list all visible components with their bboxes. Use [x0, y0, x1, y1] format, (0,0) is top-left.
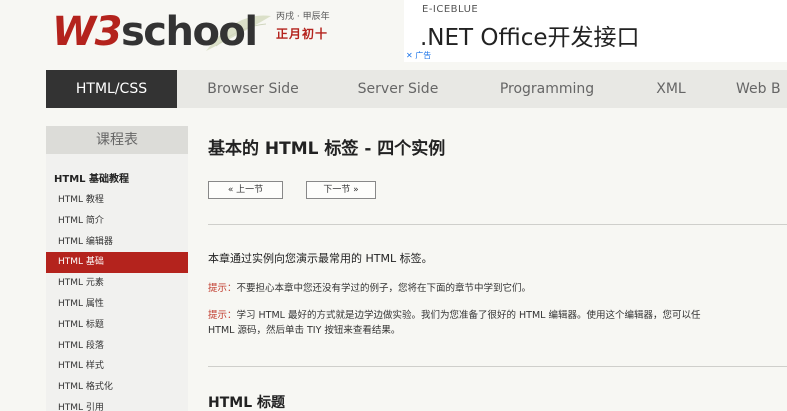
- tip-2-text: 学习 HTML 最好的方式就是边学边做实验。我们为您准备了很好的 HTML 编辑…: [236, 310, 701, 321]
- nav-item-html-css[interactable]: HTML/CSS: [46, 70, 177, 108]
- divider: [208, 366, 787, 367]
- main-nav: HTML/CSS Browser Side Server Side Progra…: [46, 70, 787, 108]
- sidebar-item-editor[interactable]: HTML 编辑器: [46, 232, 188, 253]
- course-sidebar: 课程表 HTML 基础教程 HTML 教程 HTML 简介 HTML 编辑器 H…: [46, 126, 188, 411]
- sidebar-item-intro[interactable]: HTML 简介: [46, 211, 188, 232]
- sidebar-section-title: HTML 基础教程: [54, 174, 129, 185]
- ad-brand: E-ICEBLUE: [422, 4, 479, 15]
- nav-item-server-side[interactable]: Server Side: [334, 70, 462, 108]
- nav-item-web[interactable]: Web B: [736, 70, 787, 108]
- sidebar-item-tutorial[interactable]: HTML 教程: [46, 190, 188, 211]
- nav-item-browser-side[interactable]: Browser Side: [187, 70, 319, 108]
- sidebar-item-basics[interactable]: HTML 基础: [46, 252, 188, 274]
- main-content: 基本的 HTML 标签 - 四个实例 « 上一节 下一节 » 本章通过实例向您演…: [208, 126, 787, 411]
- next-section-button[interactable]: 下一节 »: [306, 181, 376, 199]
- ad-title[interactable]: .NET Office开发接口: [420, 18, 640, 52]
- sidebar-item-attributes[interactable]: HTML 属性: [46, 294, 188, 315]
- tip-1-text: 不要担心本章中您还没有学过的例子，您将在下面的章节中学到它们。: [236, 283, 532, 294]
- divider: [208, 224, 787, 225]
- sidebar-item-headings[interactable]: HTML 标题: [46, 315, 188, 336]
- sidebar-item-paragraphs[interactable]: HTML 段落: [46, 336, 188, 357]
- tip-2-line-2: HTML 源码，然后单击 TIY 按钮来查看结果。: [208, 325, 401, 336]
- site-header: W3school 丙戌 · 甲辰年 正月初十 E-ICEBLUE .NET Of…: [0, 0, 787, 70]
- prev-section-button[interactable]: « 上一节: [208, 181, 283, 199]
- nav-item-programming[interactable]: Programming: [482, 70, 612, 108]
- ad-close-badge[interactable]: ✕ 广告: [406, 50, 431, 61]
- intro-text: 本章通过实例向您演示最常用的 HTML 标签。: [208, 252, 433, 265]
- sidebar-item-elements[interactable]: HTML 元素: [46, 273, 188, 294]
- date-line-2: 正月初十: [276, 27, 329, 41]
- tip-2-label: 提示：: [208, 310, 237, 321]
- logo-wordmark: W3school: [52, 9, 258, 55]
- sidebar-item-formatting[interactable]: HTML 格式化: [46, 377, 188, 398]
- tip-2: 提示：学习 HTML 最好的方式就是边学边做实验。我们为您准备了很好的 HTML…: [208, 308, 787, 338]
- tip-1: 提示：不要担心本章中您还没有学过的例子，您将在下面的章节中学到它们。: [208, 281, 531, 296]
- lunar-date: 丙戌 · 甲辰年 正月初十: [276, 10, 346, 44]
- sidebar-heading: 课程表: [46, 126, 188, 154]
- date-line-1: 丙戌 · 甲辰年: [276, 12, 330, 22]
- section-heading: HTML 标题: [208, 395, 285, 411]
- sidebar-item-styles[interactable]: HTML 样式: [46, 356, 188, 377]
- page-title: 基本的 HTML 标签 - 四个实例: [208, 139, 446, 159]
- tip-1-label: 提示：: [208, 283, 237, 294]
- nav-item-xml[interactable]: XML: [636, 70, 706, 108]
- advertisement-banner[interactable]: E-ICEBLUE .NET Office开发接口 ✕ 广告: [404, 0, 787, 62]
- sidebar-item-quotations[interactable]: HTML 引用: [46, 398, 188, 411]
